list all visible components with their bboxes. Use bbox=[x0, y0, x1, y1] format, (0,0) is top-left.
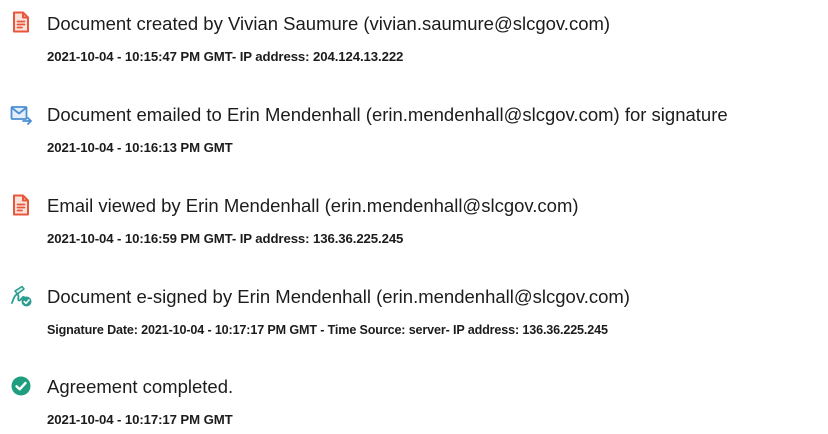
document-created-icon bbox=[9, 10, 33, 34]
email-sent-icon bbox=[9, 102, 33, 126]
completed-check-icon bbox=[9, 374, 33, 398]
audit-event-detail: 2021-10-04 - 10:17:17 PM GMT bbox=[47, 412, 233, 427]
document-viewed-icon bbox=[9, 193, 33, 217]
audit-event-detail: 2021-10-04 - 10:15:47 PM GMT- IP address… bbox=[47, 49, 404, 64]
audit-event-detail: 2021-10-04 - 10:16:13 PM GMT bbox=[47, 140, 233, 155]
audit-event-title: Document created by Vivian Saumure (vivi… bbox=[47, 13, 611, 34]
audit-event-title: Email viewed by Erin Mendenhall (erin.me… bbox=[47, 195, 579, 216]
e-signed-icon bbox=[9, 284, 33, 308]
audit-event-title: Document e-signed by Erin Mendenhall (er… bbox=[47, 286, 630, 307]
audit-event-detail: Signature Date: 2021-10-04 - 10:17:17 PM… bbox=[47, 323, 608, 337]
audit-history-list: Document created by Vivian Saumure (vivi… bbox=[0, 0, 828, 429]
audit-event-email-viewed: Email viewed by Erin Mendenhall (erin.me… bbox=[0, 193, 828, 253]
audit-event-e-signed: Document e-signed by Erin Mendenhall (er… bbox=[0, 284, 828, 344]
audit-event-document-emailed: Document emailed to Erin Mendenhall (eri… bbox=[0, 102, 828, 162]
audit-event-detail: 2021-10-04 - 10:16:59 PM GMT- IP address… bbox=[47, 231, 404, 246]
audit-event-agreement-completed: Agreement completed. 2021-10-04 - 10:17:… bbox=[0, 374, 828, 434]
audit-event-title: Agreement completed. bbox=[47, 376, 234, 397]
audit-event-title: Document emailed to Erin Mendenhall (eri… bbox=[47, 104, 728, 125]
audit-event-document-created: Document created by Vivian Saumure (vivi… bbox=[0, 10, 828, 70]
